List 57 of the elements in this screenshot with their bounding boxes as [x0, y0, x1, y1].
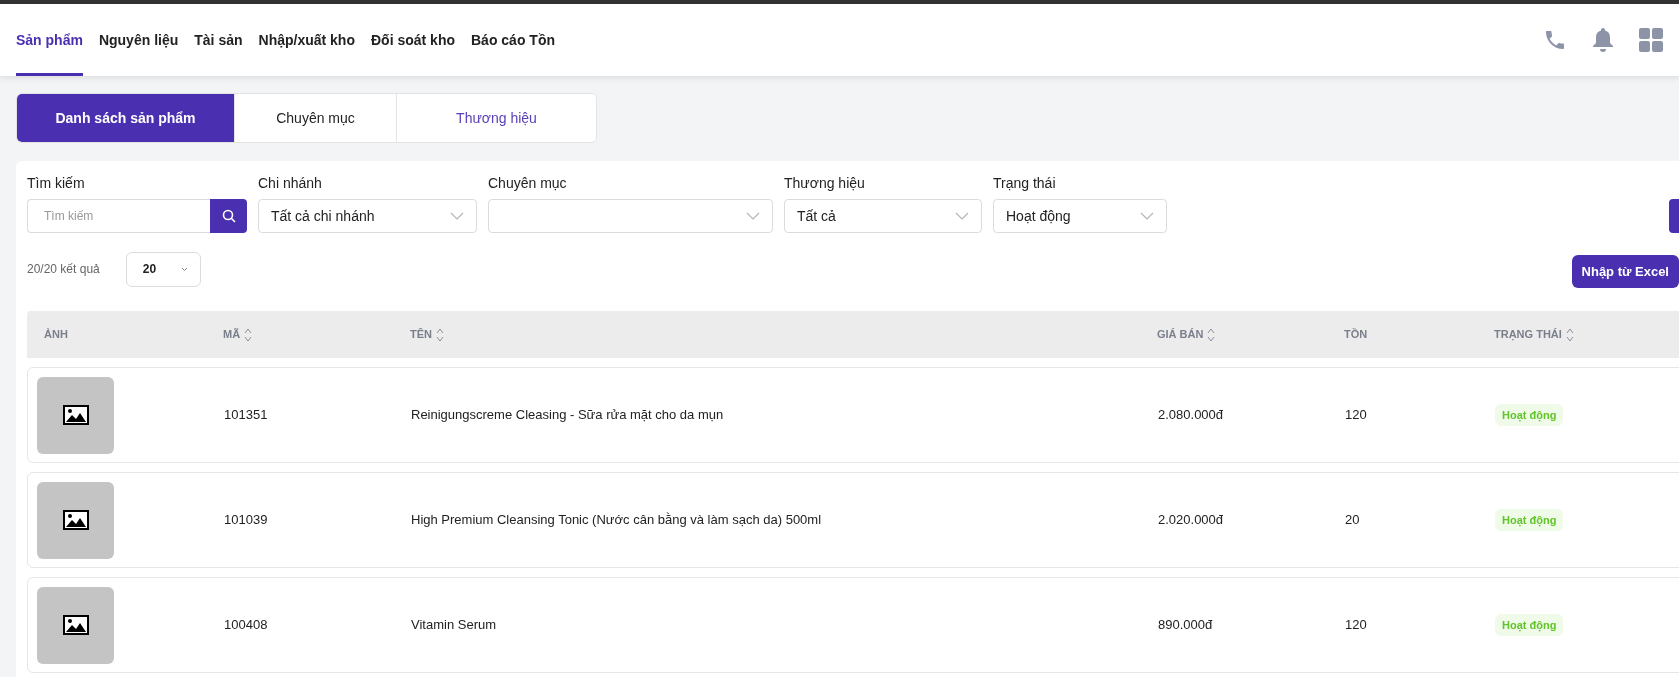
select-field[interactable]: Hoạt động — [993, 199, 1167, 233]
field-label: Thương hiệu — [784, 174, 866, 193]
table-cell-text: Reinigungscreme Cleasing - Sữa rửa mặt cho da mụn — [411, 406, 724, 425]
search-field[interactable]: Tìm kiếm — [27, 199, 210, 233]
chevron-down-icon — [955, 212, 969, 220]
sort-icon[interactable] — [436, 327, 444, 342]
image-icon — [62, 510, 89, 530]
table-row[interactable]: 100408 Vitamin Serum 890.000đ 120 Hoạt động — [27, 577, 1679, 673]
table-cell-text: 120 — [1345, 406, 1367, 425]
table-cell-text: High Premium Cleansing Tonic (Nước cân bằng và làm sạch da) 500ml — [411, 511, 822, 530]
table-cell-text: 2.080.000đ — [1158, 406, 1224, 425]
column-header[interactable]: GIÁ BÁN — [1157, 326, 1216, 343]
search-icon — [221, 209, 236, 223]
table-cell-text: 2.020.000đ — [1158, 511, 1224, 530]
image-icon — [62, 615, 89, 635]
select-field[interactable] — [488, 199, 773, 233]
sub-tab[interactable]: Thương hiệu — [396, 94, 596, 142]
select-field[interactable]: Tất cả chi nhánh — [258, 199, 477, 233]
nav-tab[interactable]: Sản phẩm — [16, 4, 83, 76]
sort-icon[interactable] — [1207, 327, 1216, 342]
field-label: Trạng thái — [993, 174, 1057, 193]
status-badge: Hoạt động — [1495, 613, 1564, 637]
select-field[interactable]: Tất cả — [784, 199, 982, 233]
bell-icon[interactable] — [1591, 27, 1615, 53]
results-count: 20/20 kết quả — [27, 261, 100, 278]
chevron-down-icon — [1140, 212, 1154, 220]
sort-icon[interactable] — [244, 327, 253, 342]
nav-tab[interactable]: Nguyên liệu — [98, 4, 179, 76]
grid-icon[interactable] — [1639, 28, 1663, 52]
table-row[interactable]: 101039 High Premium Cleansing Tonic (Nước cân bằng và làm sạch da) 500ml 2.020.000đ 20 Hoạt động — [27, 472, 1679, 568]
table-row[interactable]: 101351 Reinigungscreme Cleasing - Sữa rửa mặt cho da mụn 2.080.000đ 120 Hoạt động — [27, 367, 1679, 463]
nav-tab[interactable]: Báo cáo Tồn — [471, 4, 555, 76]
table-cell-text: 101039 — [224, 511, 268, 530]
table-cell-text: 101351 — [224, 406, 268, 425]
table-cell-text: 890.000đ — [1158, 616, 1213, 635]
chevron-down-icon — [180, 266, 188, 272]
chevron-down-icon — [746, 212, 760, 220]
field-label: Chi nhánh — [258, 174, 323, 193]
nav-tab[interactable]: Đối soát kho — [371, 4, 455, 76]
chevron-down-icon — [450, 212, 464, 220]
nav-tab[interactable]: Tài sản — [194, 4, 243, 76]
status-badge: Hoạt động — [1495, 508, 1564, 532]
table-cell-text: 20 — [1345, 511, 1360, 530]
sort-icon[interactable] — [1565, 327, 1574, 342]
field-label: Chuyên mục — [488, 174, 568, 193]
import-excel-button[interactable]: Nhập từ Excel — [1571, 255, 1679, 288]
phone-icon[interactable] — [1543, 28, 1567, 52]
field-label: Tìm kiếm — [27, 174, 86, 193]
table-cell-text: 120 — [1345, 616, 1367, 635]
nav-tab[interactable]: Nhập/xuất kho — [258, 4, 355, 76]
table-cell-text: 100408 — [224, 616, 268, 635]
page-size-select[interactable]: 20 — [125, 251, 201, 287]
search-button[interactable] — [210, 199, 247, 233]
image-icon — [62, 405, 89, 425]
status-badge: Hoạt động — [1495, 403, 1564, 427]
sub-tab[interactable]: Danh sách sản phẩm — [17, 94, 234, 142]
table-cell-text: Vitamin Serum — [411, 616, 496, 635]
